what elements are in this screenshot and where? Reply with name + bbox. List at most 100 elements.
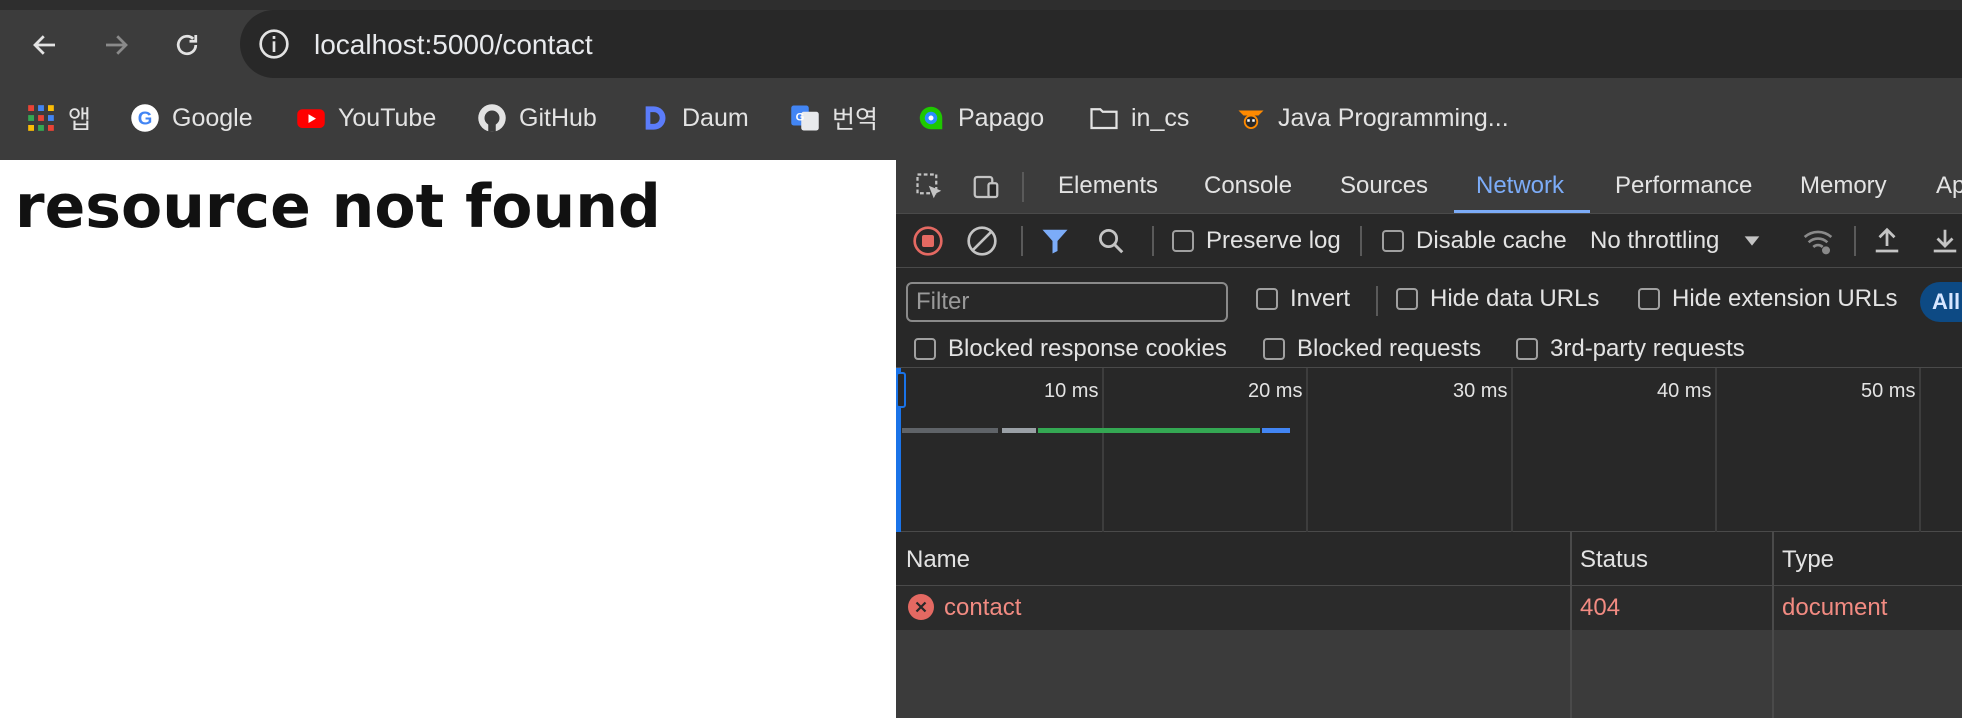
tab-console[interactable]: Console	[1204, 172, 1292, 200]
dropdown-arrow-icon	[1745, 236, 1760, 246]
column-header-status[interactable]: Status	[1580, 546, 1648, 574]
timeline-tick-label: 10 ms	[1044, 380, 1099, 402]
column-divider[interactable]	[1570, 532, 1572, 718]
blocked-requests-label: Blocked requests	[1297, 335, 1482, 362]
bookmark-java-programming[interactable]: Java Programming...	[1236, 96, 1509, 140]
page-heading: resource not found	[15, 172, 661, 242]
bookmark-label: in_cs	[1131, 103, 1190, 132]
hide-extension-urls-option[interactable]: Hide extension URLs	[1638, 282, 1897, 316]
bookmark-label: Papago	[958, 103, 1045, 132]
bookmark-youtube[interactable]: YouTube	[296, 96, 436, 140]
download-icon	[1933, 229, 1957, 253]
page-viewport: resource not found	[0, 160, 896, 718]
timeline-queue-segment	[902, 428, 998, 433]
inspect-icon	[916, 173, 942, 199]
invert-label: Invert	[1290, 285, 1351, 312]
youtube-icon	[296, 103, 326, 133]
blocked-response-cookies-checkbox[interactable]	[914, 338, 936, 360]
timeline-download-segment	[1262, 428, 1290, 433]
table-row[interactable]: contact 404 document	[896, 586, 1962, 630]
record-button[interactable]	[912, 224, 944, 258]
tab-performance[interactable]: Performance	[1615, 172, 1752, 200]
hide-data-urls-checkbox[interactable]	[1396, 288, 1418, 310]
bookmark-github[interactable]: GitHub	[477, 96, 597, 140]
clear-button[interactable]	[966, 224, 998, 258]
record-stop-icon	[913, 226, 943, 256]
bookmark-papago[interactable]: Papago	[916, 96, 1044, 140]
tab-application[interactable]: Ap	[1936, 172, 1962, 200]
bookmark-translate[interactable]: G 번역	[790, 96, 878, 140]
inspect-element-button[interactable]	[912, 170, 948, 204]
third-party-requests-option[interactable]: 3rd-party requests	[1516, 332, 1745, 366]
network-conditions-button[interactable]	[1802, 224, 1834, 258]
request-name[interactable]: contact	[944, 594, 1021, 622]
preserve-log-option[interactable]: Preserve log	[1172, 224, 1341, 258]
reload-button[interactable]	[166, 24, 208, 66]
tab-memory[interactable]: Memory	[1800, 172, 1887, 200]
filter-all-button[interactable]: All	[1920, 282, 1962, 322]
search-button[interactable]	[1096, 224, 1126, 258]
requests-table-empty-area	[896, 630, 1962, 718]
back-button[interactable]	[24, 24, 66, 66]
google-icon: G	[130, 103, 160, 133]
column-header-name[interactable]: Name	[906, 546, 970, 574]
arrow-left-icon	[33, 35, 55, 55]
error-icon	[908, 594, 934, 620]
bookmarks-bar: 앱 G Google YouTube GitHub Daum G 번역 Papa…	[0, 96, 1962, 140]
bookmark-daum[interactable]: Daum	[640, 96, 749, 140]
filter-icon	[1042, 229, 1068, 254]
address-bar[interactable]: localhost:5000/contact	[240, 10, 1962, 78]
blocked-response-cookies-option[interactable]: Blocked response cookies	[914, 332, 1227, 366]
requests-table-header: Name Status Type	[896, 532, 1962, 586]
timeline-range-handle[interactable]	[896, 372, 906, 408]
bookmark-label: GitHub	[519, 103, 597, 132]
info-icon[interactable]	[258, 28, 290, 60]
bookmark-google[interactable]: G Google	[130, 96, 253, 140]
blocked-response-cookies-label: Blocked response cookies	[948, 335, 1227, 362]
column-header-type[interactable]: Type	[1782, 546, 1834, 574]
timeline-gridline	[1715, 368, 1717, 532]
bookmark-label: 번역	[832, 105, 879, 134]
blocked-requests-checkbox[interactable]	[1263, 338, 1285, 360]
toolbar-divider	[1021, 226, 1023, 256]
third-party-requests-checkbox[interactable]	[1516, 338, 1538, 360]
export-har-button[interactable]	[1930, 224, 1960, 258]
network-toolbar: Preserve log Disable cache No throttling	[896, 214, 1962, 268]
throttling-select[interactable]: No throttling	[1590, 224, 1763, 258]
forward-button[interactable]	[95, 24, 137, 66]
import-har-button[interactable]	[1872, 224, 1902, 258]
device-toolbar-button[interactable]	[968, 170, 1004, 204]
network-overview-timeline[interactable]: 10 ms 20 ms 30 ms 40 ms 50 ms	[896, 368, 1962, 532]
device-icon	[973, 175, 999, 199]
github-icon	[477, 103, 507, 133]
hide-extension-urls-checkbox[interactable]	[1638, 288, 1660, 310]
invert-option[interactable]: Invert	[1256, 282, 1350, 316]
bookmark-apps[interactable]: 앱	[26, 96, 91, 140]
timeline-gridline	[1102, 368, 1104, 532]
filter-input[interactable]	[906, 282, 1228, 322]
tab-elements[interactable]: Elements	[1058, 172, 1158, 200]
clear-icon	[967, 226, 997, 256]
bookmark-folder-in-cs[interactable]: in_cs	[1089, 96, 1189, 140]
hide-data-urls-option[interactable]: Hide data URLs	[1396, 282, 1599, 316]
disable-cache-option[interactable]: Disable cache	[1382, 224, 1567, 258]
tab-network[interactable]: Network	[1476, 172, 1564, 200]
url-text[interactable]: localhost:5000/contact	[314, 29, 593, 61]
filter-toggle-button[interactable]	[1040, 224, 1070, 258]
tab-sources[interactable]: Sources	[1340, 172, 1428, 200]
toolbar-divider	[1854, 226, 1856, 256]
bookmark-label: Daum	[682, 103, 749, 132]
preserve-log-checkbox[interactable]	[1172, 230, 1194, 252]
disable-cache-checkbox[interactable]	[1382, 230, 1404, 252]
arrow-right-icon	[106, 35, 128, 55]
reload-icon	[176, 34, 198, 56]
timeline-tick-label: 20 ms	[1248, 380, 1303, 402]
invert-checkbox[interactable]	[1256, 288, 1278, 310]
translate-icon: G	[790, 103, 820, 133]
third-party-requests-label: 3rd-party requests	[1550, 335, 1745, 362]
devtools-panel: Elements Console Sources Network Perform…	[896, 160, 1962, 718]
throttling-value: No throttling	[1590, 227, 1720, 254]
filter-bar: Invert Hide data URLs Hide extension URL…	[896, 268, 1962, 368]
column-divider[interactable]	[1772, 532, 1774, 718]
blocked-requests-option[interactable]: Blocked requests	[1263, 332, 1481, 366]
